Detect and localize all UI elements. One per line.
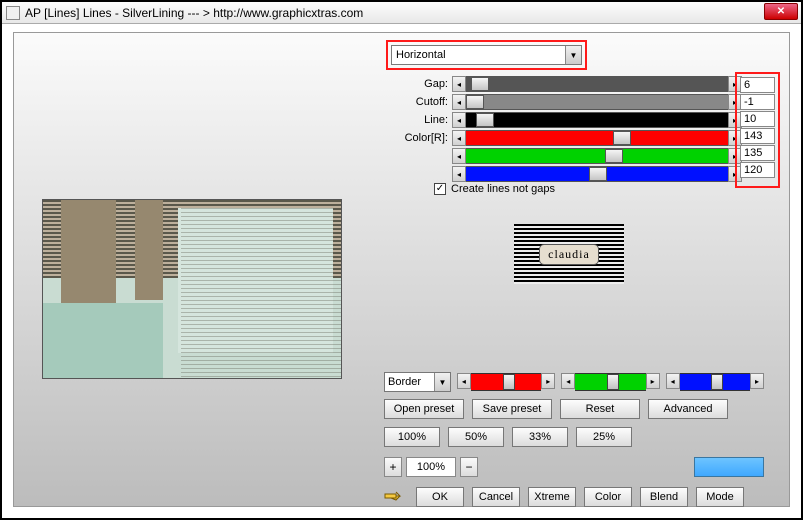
close-button[interactable]: ✕: [764, 3, 798, 20]
titlebar[interactable]: AP [Lines] Lines - SilverLining --- > ht…: [2, 2, 801, 24]
color-swatch[interactable]: [694, 457, 764, 477]
zoom-25-button[interactable]: 25%: [576, 427, 632, 447]
arrow-left-icon[interactable]: ◂: [457, 373, 471, 389]
arrow-left-icon[interactable]: ◂: [452, 130, 466, 146]
arrow-left-icon[interactable]: ◂: [561, 373, 575, 389]
chevron-down-icon[interactable]: ▼: [565, 46, 581, 64]
parameters: Gap: ◂ ▸ Cutoff: ◂ ▸ Line: ◂: [394, 75, 742, 183]
arrow-right-icon[interactable]: ▸: [750, 373, 764, 389]
line-input[interactable]: 10: [740, 111, 775, 127]
cancel-button[interactable]: Cancel: [472, 487, 520, 507]
client-area: Horizontal ▼ Gap: ◂ ▸ Cutoff: ◂ ▸: [13, 32, 790, 507]
zoom-presets-row: 100% 50% 33% 25%: [384, 427, 632, 447]
color-r-input[interactable]: 143: [740, 128, 775, 144]
zoom-100-button[interactable]: 100%: [384, 427, 440, 447]
preview-image: [42, 199, 342, 379]
app-icon: [6, 6, 20, 20]
ok-button[interactable]: OK: [416, 487, 464, 507]
create-lines-checkbox[interactable]: ✓: [434, 183, 446, 195]
zoom-plus-button[interactable]: +: [384, 457, 402, 477]
border-g-slider[interactable]: ◂ ▸: [561, 373, 659, 391]
direction-dropdown[interactable]: Horizontal ▼: [391, 45, 582, 65]
arrow-left-icon[interactable]: ◂: [452, 76, 466, 92]
arrow-left-icon[interactable]: ◂: [666, 373, 680, 389]
arrow-right-icon[interactable]: ▸: [646, 373, 660, 389]
zoom-33-button[interactable]: 33%: [512, 427, 568, 447]
save-preset-button[interactable]: Save preset: [472, 399, 552, 419]
border-r-slider[interactable]: ◂ ▸: [457, 373, 555, 391]
reset-button[interactable]: Reset: [560, 399, 640, 419]
zoom-value[interactable]: 100%: [406, 457, 456, 477]
line-slider[interactable]: ◂ ▸: [452, 112, 742, 128]
gap-slider[interactable]: ◂ ▸: [452, 76, 742, 92]
arrow-left-icon[interactable]: ◂: [452, 166, 466, 182]
blend-button[interactable]: Blend: [640, 487, 688, 507]
window-title: AP [Lines] Lines - SilverLining --- > ht…: [25, 6, 797, 20]
color-button[interactable]: Color: [584, 487, 632, 507]
cutoff-row: Cutoff: ◂ ▸: [394, 93, 742, 111]
color-b-input[interactable]: 120: [740, 162, 775, 178]
border-value: Border: [385, 376, 434, 388]
action-row: OK Cancel Xtreme Color Blend Mode: [384, 487, 744, 507]
xtreme-button[interactable]: Xtreme: [528, 487, 576, 507]
border-row: Border ▼ ◂ ▸ ◂ ▸ ◂ ▸: [384, 371, 764, 393]
arrow-left-icon[interactable]: ◂: [452, 148, 466, 164]
create-lines-checkbox-row: ✓ Create lines not gaps: [434, 183, 555, 195]
gap-input[interactable]: 6: [740, 77, 775, 93]
color-g-row: ◂ ▸: [394, 147, 742, 165]
brand-text: claudia: [539, 244, 599, 265]
arrow-left-icon[interactable]: ◂: [452, 94, 466, 110]
border-dropdown[interactable]: Border ▼: [384, 372, 451, 392]
color-b-slider[interactable]: ◂ ▸: [452, 166, 742, 182]
cutoff-input[interactable]: -1: [740, 94, 775, 110]
create-lines-label: Create lines not gaps: [451, 183, 555, 195]
direction-highlight: Horizontal ▼: [386, 40, 587, 70]
color-b-row: ◂ ▸: [394, 165, 742, 183]
zoom-minus-button[interactable]: −: [460, 457, 478, 477]
arrow-right-icon[interactable]: ▸: [541, 373, 555, 389]
line-row: Line: ◂ ▸: [394, 111, 742, 129]
gap-label: Gap:: [394, 78, 452, 90]
values-highlight: 6 -1 10 143 135 120: [735, 72, 780, 188]
direction-value: Horizontal: [392, 49, 565, 61]
preset-row: Open preset Save preset Reset Advanced: [384, 399, 728, 419]
cutoff-slider[interactable]: ◂ ▸: [452, 94, 742, 110]
border-b-slider[interactable]: ◂ ▸: [666, 373, 764, 391]
color-r-label: Color[R]:: [394, 132, 452, 144]
app-window: AP [Lines] Lines - SilverLining --- > ht…: [0, 0, 803, 520]
color-g-slider[interactable]: ◂ ▸: [452, 148, 742, 164]
color-r-slider[interactable]: ◂ ▸: [452, 130, 742, 146]
zoom-50-button[interactable]: 50%: [448, 427, 504, 447]
brand-logo: claudia: [514, 224, 624, 284]
chevron-down-icon[interactable]: ▼: [434, 373, 450, 391]
gap-row: Gap: ◂ ▸: [394, 75, 742, 93]
arrow-left-icon[interactable]: ◂: [452, 112, 466, 128]
color-g-input[interactable]: 135: [740, 145, 775, 161]
zoom-stepper: + 100% −: [384, 457, 478, 477]
cutoff-label: Cutoff:: [394, 96, 452, 108]
open-preset-button[interactable]: Open preset: [384, 399, 464, 419]
color-r-row: Color[R]: ◂ ▸: [394, 129, 742, 147]
pointing-hand-icon: [384, 487, 408, 505]
line-label: Line:: [394, 114, 452, 126]
mode-button[interactable]: Mode: [696, 487, 744, 507]
advanced-button[interactable]: Advanced: [648, 399, 728, 419]
